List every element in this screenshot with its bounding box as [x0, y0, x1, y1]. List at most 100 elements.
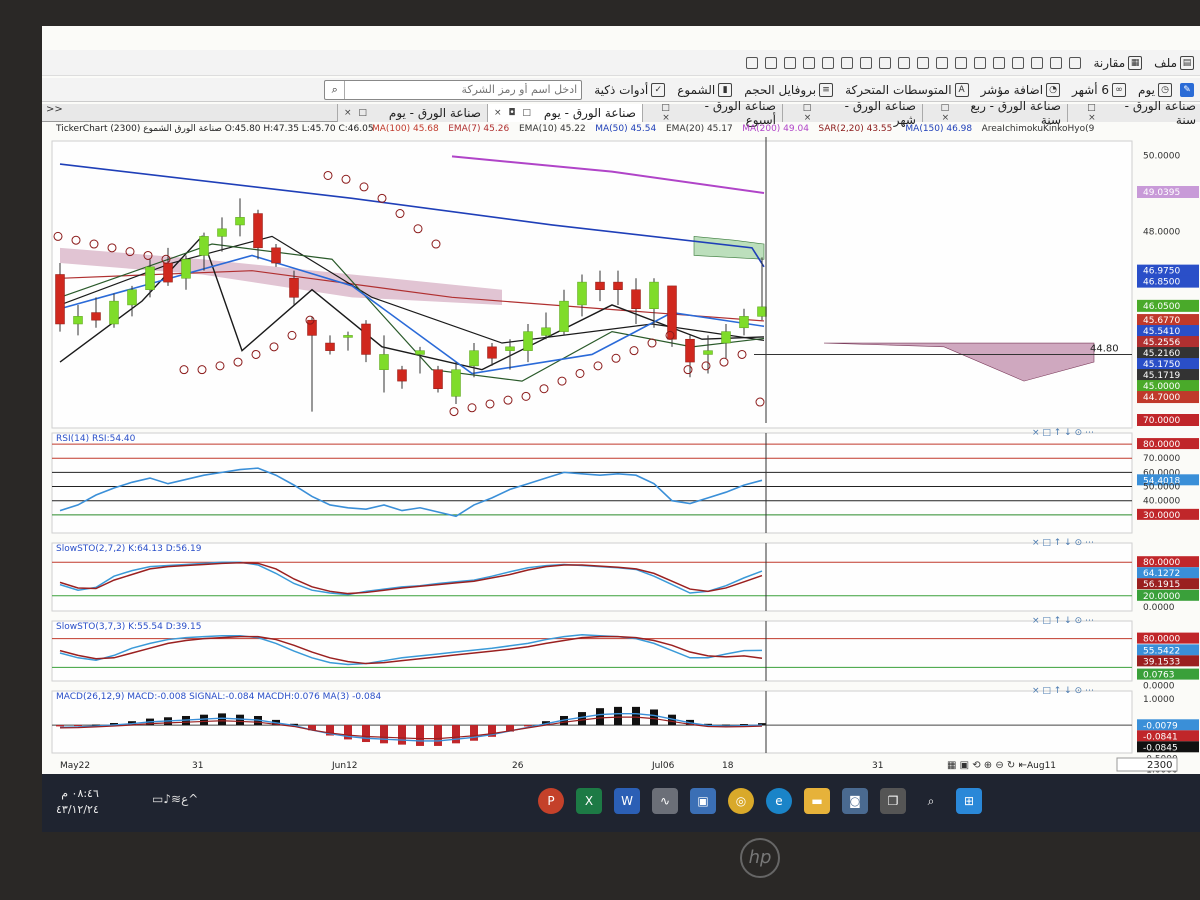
- flag-icon[interactable]: [841, 56, 854, 69]
- candle-body-12: [271, 247, 281, 264]
- pen-icon[interactable]: [746, 56, 759, 69]
- tickerchart-icon[interactable]: ∿: [652, 788, 678, 814]
- mail-icon[interactable]: [917, 56, 930, 69]
- hp-logo: hp: [740, 838, 780, 878]
- crosshair-icon[interactable]: [974, 56, 987, 69]
- chart-area[interactable]: × □ ↑ ↓ ⊙ ⋯ × □ ↑ ↓ ⊙ ⋯ × □ ↑ ↓ ⊙ ⋯ × □ ↑ ↓…: [42, 123, 1200, 775]
- fx-icon[interactable]: [860, 56, 873, 69]
- store-icon[interactable]: ▣: [690, 788, 716, 814]
- powerpoint-icon[interactable]: P: [538, 788, 564, 814]
- indicator-legend-5: MA(200) 49.04: [742, 124, 809, 134]
- window-icon[interactable]: [1012, 56, 1025, 69]
- grid-icon[interactable]: [1031, 56, 1044, 69]
- candle-toggle-icon[interactable]: [955, 56, 968, 69]
- macd-hist-bar-21: [434, 725, 442, 746]
- volume-tray-icon[interactable]: ♪: [163, 792, 171, 806]
- tab-quarter[interactable]: صناعة الورق - ربع سنة □ ×: [922, 99, 1067, 127]
- macd-hist-bar-9: [218, 713, 226, 726]
- menu-file[interactable]: ▤ ملف: [1154, 55, 1194, 70]
- macd-hist-bar-32: [632, 706, 640, 726]
- tab-week[interactable]: صناعة الورق - أسبوع □ ×: [642, 99, 782, 127]
- panel-controls-1[interactable]: × □ ↑ ↓ ⊙ ⋯: [1032, 538, 1094, 548]
- word-icon[interactable]: W: [614, 788, 640, 814]
- candle-body-2: [91, 312, 101, 321]
- tab-day-active[interactable]: صناعة الورق - يوم □ ◘ ×: [487, 104, 642, 122]
- company-search[interactable]: ⌕: [324, 79, 583, 100]
- candle-body-29: [577, 281, 587, 306]
- period-6m-button[interactable]: ∞ 6 أشهر: [1072, 82, 1127, 97]
- indicator-legend-7: MA(150) 46.98: [905, 124, 972, 134]
- candle-body-17: [361, 323, 371, 355]
- search-input[interactable]: [345, 83, 582, 96]
- bars-icon[interactable]: [936, 56, 949, 69]
- tab-year[interactable]: صناعة الورق - سنة □ ×: [1067, 99, 1200, 127]
- camera-icon[interactable]: [784, 56, 797, 69]
- candle-body-35: [685, 338, 695, 363]
- macd-hist-bar-18: [380, 725, 388, 744]
- target-icon[interactable]: [993, 56, 1006, 69]
- tab-controls[interactable]: □ ◘ ×: [494, 108, 533, 118]
- chat-icon[interactable]: ◙: [842, 788, 868, 814]
- sto1-axis-label-4: 0.0000: [1143, 603, 1175, 613]
- period-6m-label: 6 أشهر: [1072, 82, 1110, 97]
- chart-canvas[interactable]: × □ ↑ ↓ ⊙ ⋯ × □ ↑ ↓ ⊙ ⋯ × □ ↑ ↓ ⊙ ⋯ × □ ↑ ↓…: [42, 123, 1200, 775]
- smart-tools-button[interactable]: ✓ أدوات ذكية: [594, 82, 666, 97]
- price-axis-label-10: 45.1750: [1143, 360, 1180, 370]
- tabs-overflow-button[interactable]: <<: [46, 104, 63, 115]
- candle-body-32: [631, 289, 641, 310]
- rsi-axis-label-0: 80.0000: [1143, 440, 1180, 450]
- sto1-axis-label-1: 64.1272: [1143, 569, 1180, 579]
- draw-pen-icon[interactable]: ✎: [1180, 82, 1194, 97]
- compare-icon: ▦: [1128, 55, 1143, 70]
- macd-hist-bar-29: [578, 712, 586, 726]
- start-icon[interactable]: ⊞: [956, 788, 982, 814]
- curve-icon[interactable]: [1069, 56, 1082, 69]
- excel-icon[interactable]: X: [576, 788, 602, 814]
- chevron-up-icon[interactable]: ^: [188, 792, 198, 806]
- refresh-icon[interactable]: [803, 56, 816, 69]
- macd-axis-label-2: -0.0841: [1143, 732, 1178, 742]
- tab-controls[interactable]: □ ×: [929, 103, 951, 123]
- system-tray[interactable]: ▭♪≋ع^: [152, 792, 198, 806]
- folder-icon[interactable]: ▬: [804, 788, 830, 814]
- smart-tools-label: أدوات ذكية: [594, 82, 649, 97]
- period-day-button[interactable]: ◷ يوم: [1138, 82, 1172, 97]
- sto1-axis-label-2: 56.1915: [1143, 580, 1180, 590]
- task-view-icon[interactable]: ❐: [880, 788, 906, 814]
- symbol-code-value[interactable]: 2300: [1147, 760, 1172, 771]
- candles-button[interactable]: ▮ الشموع: [677, 82, 733, 97]
- table-icon[interactable]: [822, 56, 835, 69]
- tab-day[interactable]: صناعة الورق - يوم □ ×: [337, 104, 487, 122]
- tab-month[interactable]: صناعة الورق - شهر □ ×: [782, 99, 922, 127]
- add-indicator-button[interactable]: ◔ اضافة مؤشر: [981, 82, 1061, 97]
- battery-icon[interactable]: ▭: [152, 792, 163, 806]
- panel-controls-0[interactable]: × □ ↑ ↓ ⊙ ⋯: [1032, 428, 1094, 438]
- formula-icon[interactable]: [879, 56, 892, 69]
- panel-controls-2[interactable]: × □ ↑ ↓ ⊙ ⋯: [1032, 616, 1094, 626]
- tab-controls[interactable]: □ ×: [649, 103, 672, 123]
- x-axis-label-2: Jun12: [331, 761, 358, 771]
- search-icon[interactable]: ⌕: [325, 80, 346, 99]
- document-icon[interactable]: [765, 56, 778, 69]
- panel-frame-1: [51, 432, 1133, 534]
- undo-icon[interactable]: [1050, 56, 1063, 69]
- period-day-label: يوم: [1138, 82, 1155, 97]
- moving-averages-button[interactable]: A المتوسطات المتحركة: [845, 82, 969, 97]
- volume-profile-button[interactable]: ≡ بروفايل الحجم: [744, 82, 834, 97]
- tab-controls[interactable]: □ ×: [1074, 103, 1098, 123]
- search-taskbar-icon[interactable]: ⌕: [918, 788, 944, 814]
- menu-compare[interactable]: ▦ مقارنة: [1093, 55, 1143, 70]
- zoom-nav-controls[interactable]: ▦ ▣ ⟲ ⊕ ⊖ ↻ ⇤: [947, 760, 1027, 771]
- x-axis-label-4: Jul06: [651, 761, 675, 771]
- candle-body-0: [55, 274, 65, 325]
- system-clock[interactable]: ٠٨:٤٦ م ٤٣/١٢/٢٤: [56, 786, 99, 818]
- alert-icon[interactable]: [898, 56, 911, 69]
- tab-controls[interactable]: □ ×: [344, 108, 369, 118]
- rsi-axis-label-6: 30.0000: [1143, 511, 1180, 521]
- edge-icon[interactable]: e: [766, 788, 792, 814]
- chrome-icon[interactable]: ◎: [728, 788, 754, 814]
- price-axis-label-2: 48.0000: [1143, 228, 1180, 238]
- panel-controls-3[interactable]: × □ ↑ ↓ ⊙ ⋯: [1032, 686, 1094, 696]
- wifi-icon[interactable]: ≋: [171, 792, 181, 806]
- tab-controls[interactable]: □ ×: [789, 103, 813, 123]
